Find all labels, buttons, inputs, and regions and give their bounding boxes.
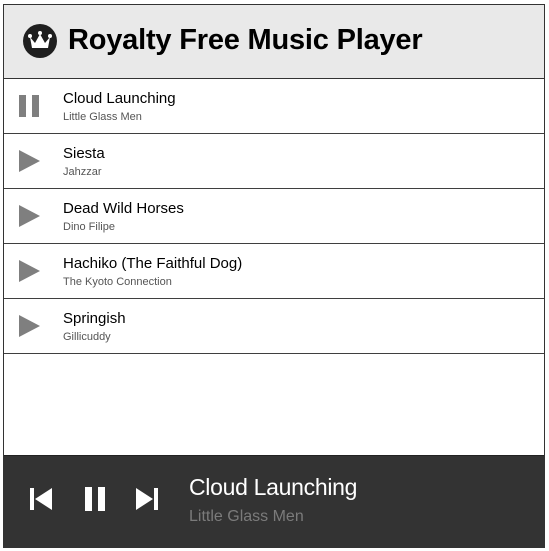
playlist-item[interactable]: Siesta Jahzzar [4, 134, 544, 189]
playlist-item[interactable]: Cloud Launching Little Glass Men [4, 79, 544, 134]
playlist-item[interactable]: Hachiko (The Faithful Dog) The Kyoto Con… [4, 244, 544, 299]
music-player-app: Royalty Free Music Player Cloud Launchin… [3, 4, 545, 548]
next-icon [134, 487, 160, 516]
previous-icon [28, 487, 54, 516]
track-title: Dead Wild Horses [63, 200, 184, 217]
pause-icon[interactable] [17, 93, 41, 119]
playlist-item[interactable]: Springish Gillicuddy [4, 299, 544, 354]
page-title: Royalty Free Music Player [68, 24, 423, 56]
track-title: Springish [63, 310, 126, 327]
playlist: Cloud Launching Little Glass Men Siesta … [4, 79, 544, 354]
track-artist: Gillicuddy [63, 331, 111, 343]
play-icon[interactable] [17, 148, 41, 174]
track-artist: Jahzzar [63, 166, 102, 178]
play-icon[interactable] [17, 313, 41, 339]
track-artist: Dino Filipe [63, 221, 115, 233]
now-playing-artist: Little Glass Men [189, 508, 304, 525]
next-button[interactable] [132, 486, 162, 516]
pause-button[interactable] [80, 486, 110, 516]
playlist-item[interactable]: Dead Wild Horses Dino Filipe [4, 189, 544, 244]
track-artist: The Kyoto Connection [63, 276, 172, 288]
player-bar: Cloud Launching Little Glass Men [4, 455, 544, 547]
crown-icon [22, 23, 58, 59]
now-playing-title: Cloud Launching [189, 474, 358, 500]
pause-icon [82, 486, 108, 517]
track-title: Siesta [63, 145, 105, 162]
play-icon[interactable] [17, 203, 41, 229]
app-header: Royalty Free Music Player [4, 5, 544, 79]
play-icon[interactable] [17, 258, 41, 284]
track-title: Cloud Launching [63, 90, 176, 107]
previous-button[interactable] [26, 486, 56, 516]
track-artist: Little Glass Men [63, 111, 142, 123]
track-title: Hachiko (The Faithful Dog) [63, 255, 243, 272]
